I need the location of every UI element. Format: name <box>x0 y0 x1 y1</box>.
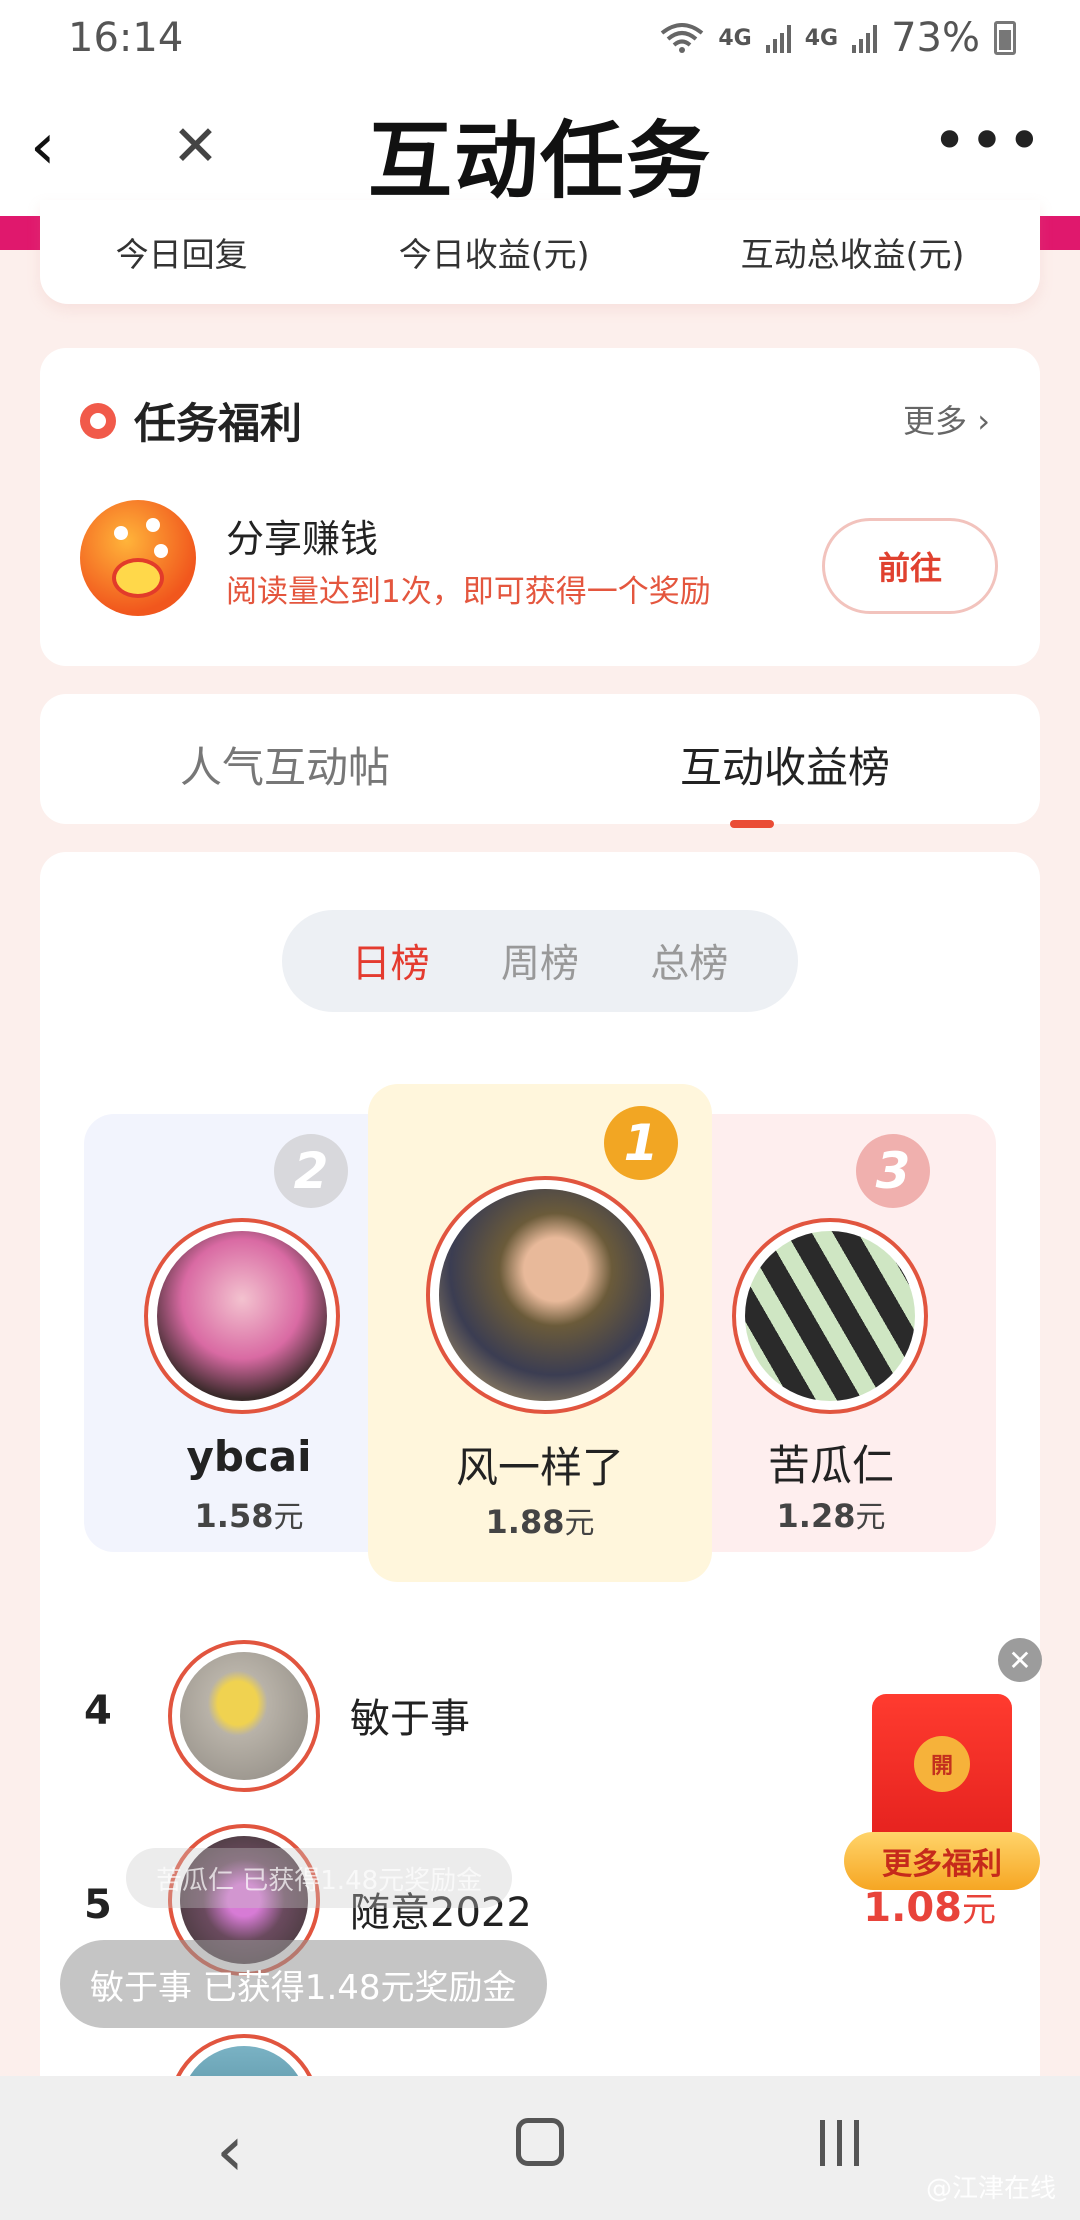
avatar <box>144 1218 340 1414</box>
podium-amount: 1.28元 <box>776 1497 886 1535</box>
status-icons: 4G 4G 73% <box>660 15 1016 61</box>
header-decoration-right <box>1040 216 1080 250</box>
podium-name: 苦瓜仁 <box>767 1441 894 1490</box>
task-title: 分享赚钱 <box>226 517 379 561</box>
system-recents-icon[interactable] <box>820 2120 859 2166</box>
podium-second[interactable]: 2 ybcai 1.58元 <box>84 1114 414 1552</box>
podium-name: 风一样了 <box>455 1443 624 1492</box>
system-back-icon[interactable]: ‹ <box>216 2110 244 2192</box>
page-title: 互动任务 <box>367 112 712 210</box>
reward-toast-faint: 苦瓜仁 已获得1.48元奖励金 <box>126 1848 513 1908</box>
podium-amount: 1.58元 <box>194 1497 304 1535</box>
status-bar: 16:14 4G 4G 73% <box>0 0 1080 76</box>
active-tab-indicator <box>730 820 774 828</box>
signal-bars-icon <box>852 23 878 53</box>
row-rank: 5 <box>84 1882 112 1928</box>
welfare-title: 任务福利 <box>134 399 303 448</box>
podium-first[interactable]: 1 风一样了 1.88元 <box>368 1084 712 1582</box>
period-segmented-control: 日榜 周榜 总榜 <box>282 910 798 1012</box>
segment-daily[interactable]: 日榜 <box>352 933 430 989</box>
stat-total-income-label: 互动总收益(元) <box>740 235 965 274</box>
segment-total[interactable]: 总榜 <box>650 933 728 989</box>
rank-2-badge-icon: 2 <box>274 1134 348 1208</box>
rank-3-badge-icon: 3 <box>856 1134 930 1208</box>
header-decoration-left <box>0 216 40 250</box>
tab-earnings-ranking[interactable]: 互动收益榜 <box>680 734 890 795</box>
more-welfare-button[interactable]: 更多福利 <box>844 1832 1040 1890</box>
system-navigation-bar: ‹ @江津在线 <box>0 2076 1080 2220</box>
system-home-icon[interactable] <box>516 2118 564 2166</box>
red-packet-seal: 開 <box>914 1736 970 1792</box>
stats-card: 今日回复 今日收益(元) 互动总收益(元) <box>40 200 1040 304</box>
tab-popular-posts[interactable]: 人气互动帖 <box>180 734 390 795</box>
reward-toast: 敏于事 已获得1.48元奖励金 <box>60 1940 547 2028</box>
podium-name: ybcai <box>186 1432 312 1481</box>
signal-label-2: 4G <box>804 25 839 51</box>
share-money-icon <box>80 500 196 616</box>
signal-bars-icon <box>765 23 791 53</box>
podium-amount: 1.88元 <box>485 1503 595 1541</box>
tab-bar: 人气互动帖 互动收益榜 <box>40 694 1040 824</box>
avatar <box>426 1176 664 1414</box>
task-description: 阅读量达到1次，即可获得一个奖励 <box>226 574 711 610</box>
battery-percent: 73% <box>891 15 980 61</box>
go-button[interactable]: 前往 <box>822 518 998 614</box>
task-welfare-card: 任务福利 更多 › 分享赚钱 阅读量达到1次，即可获得一个奖励 前往 <box>40 348 1040 666</box>
more-link[interactable]: 更多 › <box>903 396 990 442</box>
wifi-icon <box>661 23 704 53</box>
stat-today-income-label: 今日收益(元) <box>398 235 590 274</box>
record-dot-icon <box>80 402 116 439</box>
top-navbar: ‹ ✕ 互动任务 ••• <box>0 76 1080 216</box>
rank-1-badge-icon: 1 <box>604 1106 678 1180</box>
battery-icon <box>994 21 1016 55</box>
stat-today-reply-label: 今日回复 <box>115 235 248 274</box>
row-name: 敏于事 <box>350 1696 470 1742</box>
row-rank: 4 <box>84 1688 112 1734</box>
more-options-icon[interactable]: ••• <box>932 106 1044 176</box>
close-red-packet-icon[interactable]: ✕ <box>998 1638 1042 1682</box>
segment-weekly[interactable]: 周榜 <box>501 933 579 989</box>
signal-label-1: 4G <box>718 25 752 51</box>
avatar <box>732 1218 928 1414</box>
watermark: @江津在线 <box>925 2174 1056 2204</box>
avatar <box>168 1640 320 1792</box>
podium-third[interactable]: 3 苦瓜仁 1.28元 <box>666 1114 996 1552</box>
status-time: 16:14 <box>68 15 184 61</box>
welfare-header: 任务福利 <box>80 390 302 451</box>
